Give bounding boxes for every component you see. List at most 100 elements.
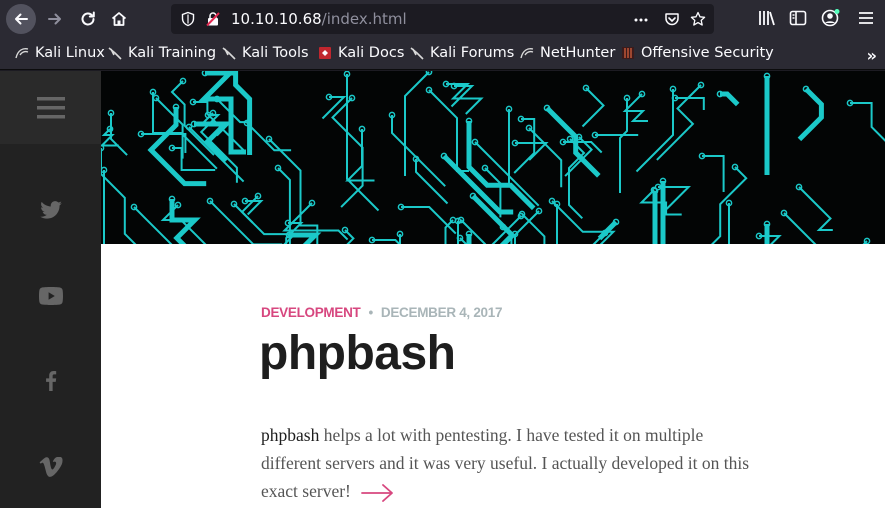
circuit-trace [556,204,558,244]
bookmark-label: Offensive Security [641,45,774,61]
bookmark-label: NetHunter [540,45,616,61]
circuit-trace [147,107,207,187]
kali-dragon-icon [222,47,236,60]
page-actions-icon[interactable] [633,12,649,28]
library-button[interactable] [757,8,777,32]
read-more-arrow-icon[interactable] [360,483,395,503]
meta-separator: • [368,305,373,320]
back-arrow-icon [15,13,28,25]
bookmark-star-icon[interactable] [690,11,706,27]
circuit-trace [101,148,137,244]
circuit-trace [798,186,833,231]
forward-arrow-icon [48,13,61,25]
facebook-link[interactable] [0,371,101,391]
hamburger-menu-icon [859,12,873,24]
post-article: DEVELOPMENT • DECEMBER 4, 2017 phpbash php… [101,244,885,508]
circuit-trace [415,159,449,205]
facebook-icon [45,371,56,391]
youtube-icon [38,287,63,305]
circuit-trace [797,87,824,142]
account-icon [821,9,840,27]
shield-icon[interactable] [180,11,196,27]
circuit-board-image [101,71,885,244]
youtube-link[interactable] [0,287,101,305]
bookmark-kali-forums[interactable]: Kali Forums [410,45,514,61]
circuit-trace [581,87,605,128]
sidebar-toggle-button[interactable] [788,8,808,32]
account-button[interactable] [820,8,840,32]
home-icon [111,12,127,26]
circuit-trace [551,200,616,244]
home-button[interactable] [104,4,134,34]
circuit-trace [401,206,457,235]
circuit-trace [710,166,748,244]
post-excerpt: phpbash helps a lot with pentesting. I h… [261,421,761,505]
post-meta: DEVELOPMENT • DECEMBER 4, 2017 [261,305,502,320]
url-host: 10.10.10.68 [231,10,322,28]
circuit-trace [321,96,347,120]
reload-icon [81,11,95,26]
hero-circuit-banner [101,71,885,244]
bookmark-label: Kali Linux [35,45,105,61]
circuit-trace [635,89,674,173]
kali-docs-icon [319,47,331,59]
browser-toolbar: 10.10.10.68/index.html [0,0,885,38]
url-bar[interactable]: 10.10.10.68/index.html [171,4,714,34]
bookmarks-toolbar: Kali Linux Kali Training Kali Tools Kali… [0,38,885,70]
bookmark-label: Kali Tools [242,45,309,61]
back-button[interactable] [6,4,36,34]
twitter-icon [39,201,62,219]
excerpt-lead: phpbash [261,425,320,445]
kali-dragon-icon [520,48,534,59]
vimeo-link[interactable] [0,457,101,477]
forward-button[interactable] [40,4,70,34]
circuit-trace [656,84,702,161]
hamburger-menu-icon [36,96,65,118]
url-text[interactable]: 10.10.10.68/index.html [231,10,407,28]
vimeo-icon [39,457,63,477]
excerpt-text: helps a lot with pentesting. I have test… [261,425,750,501]
circuit-trace [764,224,770,244]
bookmark-kali-tools[interactable]: Kali Tools [222,45,309,61]
bookmark-nethunter[interactable]: NetHunter [520,45,615,61]
post-date-link[interactable]: DECEMBER 4, 2017 [381,305,503,320]
site-sidebar [0,71,101,508]
bookmark-offensive-security[interactable]: Offensive Security [621,45,774,61]
sidebar-icon [789,10,807,26]
circuit-trace [702,155,725,192]
post-title[interactable]: phpbash [259,326,456,381]
menu-button[interactable] [856,8,876,32]
circuit-trace [521,213,546,244]
insecure-lock-icon[interactable] [205,11,221,27]
circuit-trace [675,97,705,110]
circuit-trace [783,212,817,244]
reload-button[interactable] [73,4,103,34]
site-menu-button[interactable] [0,71,101,144]
circuit-trace [268,138,319,244]
circuit-trace [622,93,648,122]
circuit-trace [446,83,484,115]
bookmark-label: Kali Docs [338,45,405,61]
circuit-trace [172,147,216,171]
circuit-trace [619,98,628,193]
bookmarks-overflow-button[interactable]: » [867,46,877,65]
circuit-trace [399,234,401,244]
twitter-link[interactable] [0,201,101,219]
bookmark-kali-docs[interactable]: Kali Docs [318,45,404,61]
library-icon [759,11,775,26]
bookmark-label: Kali Training [128,45,217,61]
post-category-link[interactable]: DEVELOPMENT [261,305,361,320]
offsec-icon [622,47,634,59]
circuit-trace [850,102,885,142]
bookmark-label: Kali Forums [430,45,515,61]
pocket-icon[interactable] [664,11,680,27]
kali-dragon-icon [15,48,29,59]
kali-dragon-icon [108,47,122,60]
bookmark-kali-training[interactable]: Kali Training [108,45,216,61]
circuit-trace [240,195,259,224]
circuit-trace [193,101,246,153]
bookmark-kali-linux[interactable]: Kali Linux [15,45,105,61]
url-path: /index.html [321,10,407,28]
circuit-trace [460,219,487,244]
kali-dragon-icon [410,47,424,60]
